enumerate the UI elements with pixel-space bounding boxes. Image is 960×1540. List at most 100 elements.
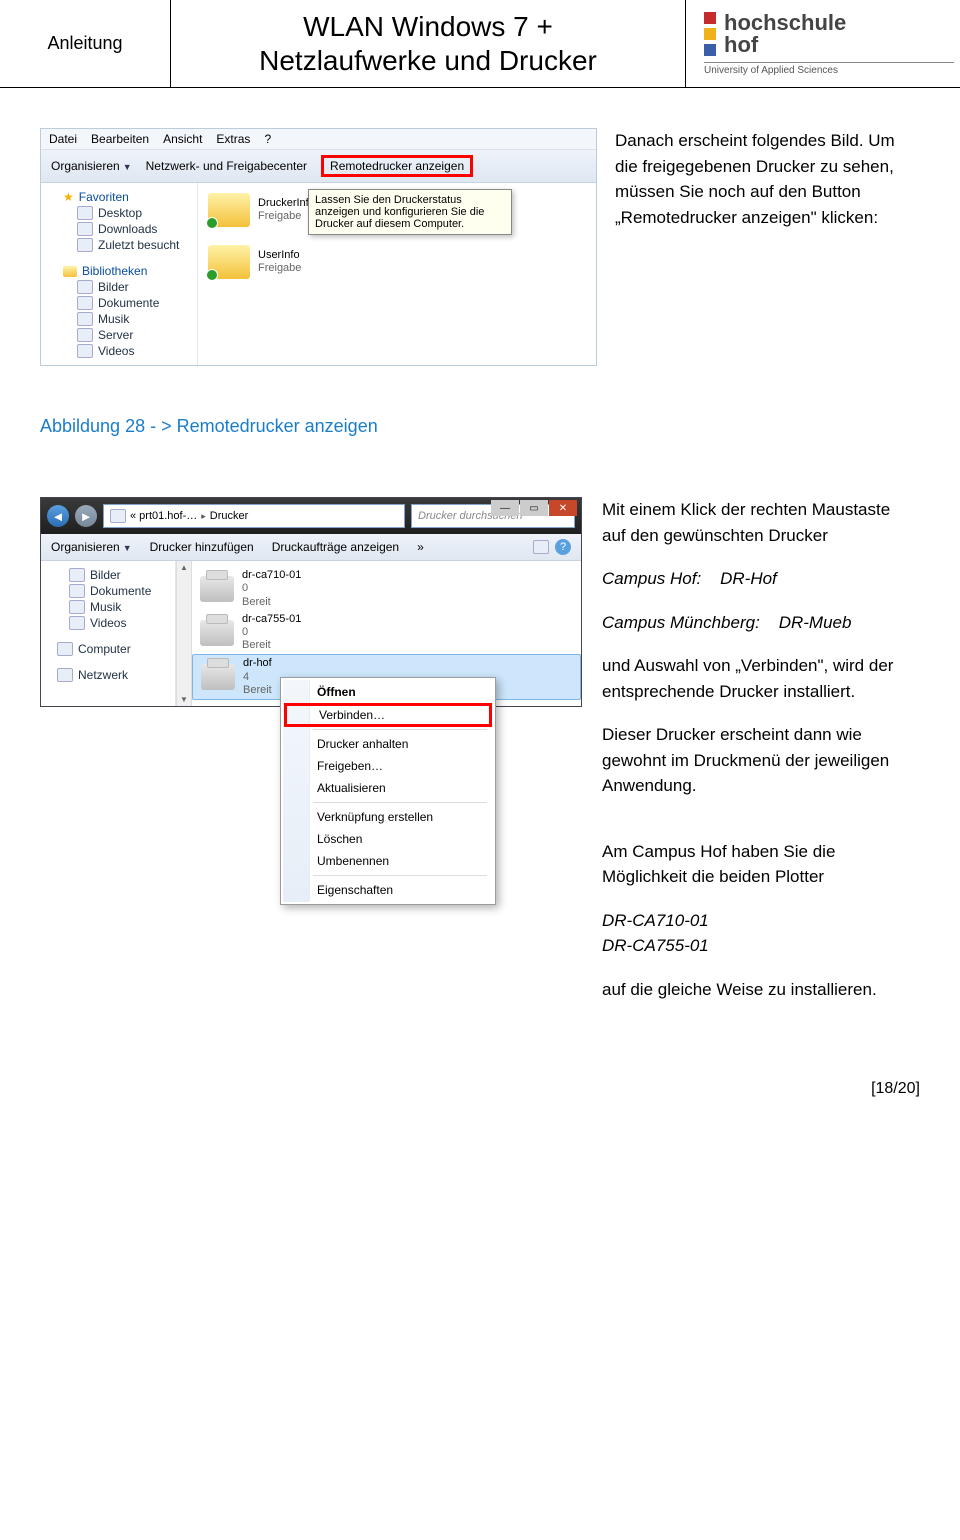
chevron-right-icon: ▸	[201, 511, 206, 522]
ctx-separator	[313, 729, 487, 730]
star-icon: ★	[63, 190, 74, 204]
ctx-drucker-anhalten[interactable]: Drucker anhalten	[283, 733, 493, 755]
context-menu: Öffnen Verbinden… Drucker anhalten Freig…	[280, 677, 496, 905]
menu-datei[interactable]: Datei	[49, 132, 77, 146]
printer-status: Bereit	[242, 639, 301, 652]
printer-icon	[201, 664, 235, 690]
toolbar-druckauftraege[interactable]: Druckaufträge anzeigen	[272, 540, 399, 554]
side-text-block-2: Mit einem Klick der rechten Maustaste au…	[602, 497, 902, 1020]
scrollbar[interactable]: ▲▼	[176, 561, 192, 706]
ctx-verknuepfung[interactable]: Verknüpfung erstellen	[283, 806, 493, 828]
nav-dokumente[interactable]: Dokumente	[45, 295, 193, 311]
toolbar-network-center[interactable]: Netzwerk- und Freigabecenter	[146, 159, 307, 173]
para-campus-muenchberg: Campus Münchberg: DR-Mueb	[602, 610, 902, 636]
folder-userinfo[interactable]: UserInfo Freigabe	[208, 245, 586, 279]
address-bar[interactable]: « prt01.hof-… ▸ Drucker	[103, 504, 405, 528]
printer-name: dr-hof	[243, 657, 272, 670]
tooltip: Lassen Sie den Druckerstatus anzeigen un…	[308, 189, 512, 235]
minimize-button[interactable]: —	[491, 500, 519, 516]
toolbar-more[interactable]: »	[417, 540, 424, 554]
printer-item[interactable]: dr-ca755-01 0 Bereit	[192, 611, 581, 655]
maximize-button[interactable]: ▭	[520, 500, 548, 516]
toolbar-remotedrucker-button[interactable]: Remotedrucker anzeigen	[321, 155, 473, 177]
printer-item[interactable]: dr-ca710-01 0 Bereit	[192, 567, 581, 611]
ctx-separator	[313, 802, 487, 803]
videos-icon	[77, 344, 93, 358]
desktop-icon	[77, 206, 93, 220]
nav-dokumente[interactable]: Dokumente	[43, 583, 173, 599]
logo-subtitle: University of Applied Sciences	[704, 62, 954, 76]
tooltip-l1: Lassen Sie den Druckerstatus	[315, 194, 505, 206]
para-gleiche-weise: auf die gleiche Weise zu installieren.	[602, 977, 902, 1003]
logo-row: hochschule hof	[704, 12, 846, 56]
explorer-window-2: ◄ ► « prt01.hof-… ▸ Drucker Drucker durc…	[40, 497, 582, 707]
nav-desktop[interactable]: Desktop	[45, 205, 193, 221]
nav-videos[interactable]: Videos	[45, 343, 193, 359]
share-overlay-icon	[206, 269, 218, 281]
videos-icon	[69, 616, 85, 630]
ctx-loeschen[interactable]: Löschen	[283, 828, 493, 850]
para-right-click: Mit einem Klick der rechten Maustaste au…	[602, 497, 902, 548]
addr-segment: « prt01.hof-…	[130, 510, 197, 522]
page-title: WLAN Windows 7 + Netzlaufwerke und Druck…	[171, 0, 686, 87]
toolbar-drucker-hinzufuegen[interactable]: Drucker hinzufügen	[150, 540, 254, 554]
server-icon	[77, 328, 93, 342]
ctx-separator	[313, 875, 487, 876]
ctx-oeffnen[interactable]: Öffnen	[283, 681, 493, 703]
network-icon	[57, 668, 73, 682]
para-campus-hof: Campus Hof: DR-Hof	[602, 566, 902, 592]
chevron-down-icon: ▼	[123, 543, 132, 553]
nav-server[interactable]: Server	[45, 327, 193, 343]
nav-musik[interactable]: Musik	[43, 599, 173, 615]
tooltip-l2: anzeigen und konfigurieren Sie die	[315, 206, 505, 218]
pictures-icon	[77, 280, 93, 294]
chevron-down-icon: ▼	[123, 162, 132, 172]
nav-bibliotheken[interactable]: Bibliotheken	[45, 263, 193, 279]
nav-bilder[interactable]: Bilder	[45, 279, 193, 295]
titlebar: ◄ ► « prt01.hof-… ▸ Drucker Drucker durc…	[41, 498, 581, 534]
ctx-freigeben[interactable]: Freigeben…	[283, 755, 493, 777]
printer-name: dr-ca710-01	[242, 569, 301, 582]
logo-name2: hof	[724, 34, 846, 56]
nav-zuletzt[interactable]: Zuletzt besucht	[45, 237, 193, 253]
logo-name1: hochschule	[724, 12, 846, 34]
content-pane: Lassen Sie den Druckerstatus anzeigen un…	[198, 183, 596, 365]
documents-icon	[77, 296, 93, 310]
printer-status: Bereit	[243, 684, 272, 697]
ctx-eigenschaften[interactable]: Eigenschaften	[283, 879, 493, 901]
view-icon[interactable]	[533, 540, 549, 554]
nav-videos[interactable]: Videos	[43, 615, 173, 631]
ctx-umbenennen[interactable]: Umbenennen	[283, 850, 493, 872]
menu-bearbeiten[interactable]: Bearbeiten	[91, 132, 149, 146]
library-icon	[63, 266, 77, 277]
ctx-aktualisieren[interactable]: Aktualisieren	[283, 777, 493, 799]
para-plotter-list: DR-CA710-01 DR-CA755-01	[602, 908, 902, 959]
nav-bilder[interactable]: Bilder	[43, 567, 173, 583]
folder-icon	[208, 193, 250, 227]
menu-extras[interactable]: Extras	[216, 132, 250, 146]
toolbar-organisieren[interactable]: Organisieren▼	[51, 540, 132, 554]
scroll-up-icon: ▲	[180, 563, 188, 572]
back-button[interactable]: ◄	[47, 505, 69, 527]
para-plotter-intro: Am Campus Hof haben Sie die Möglichkeit …	[602, 839, 902, 890]
header-left: Anleitung	[0, 0, 171, 87]
nav-favoriten[interactable]: ★Favoriten	[45, 189, 193, 205]
menu-help[interactable]: ?	[264, 132, 271, 146]
menu-ansicht[interactable]: Ansicht	[163, 132, 202, 146]
location-icon	[110, 509, 126, 523]
toolbar-organisieren[interactable]: Organisieren▼	[51, 159, 132, 173]
music-icon	[69, 600, 85, 614]
computer-icon	[57, 642, 73, 656]
folder-icon	[208, 245, 250, 279]
nav-netzwerk[interactable]: Netzwerk	[43, 667, 173, 683]
printer-jobs: 0	[242, 582, 301, 595]
help-icon[interactable]: ?	[555, 539, 571, 555]
forward-button[interactable]: ►	[75, 505, 97, 527]
ctx-verbinden[interactable]: Verbinden…	[285, 704, 491, 726]
close-button[interactable]: ✕	[549, 500, 577, 516]
share-overlay-icon	[206, 217, 218, 229]
nav-downloads[interactable]: Downloads	[45, 221, 193, 237]
nav-computer[interactable]: Computer	[43, 641, 173, 657]
nav-musik[interactable]: Musik	[45, 311, 193, 327]
toolbar: Organisieren▼ Netzwerk- und Freigabecent…	[41, 150, 596, 183]
